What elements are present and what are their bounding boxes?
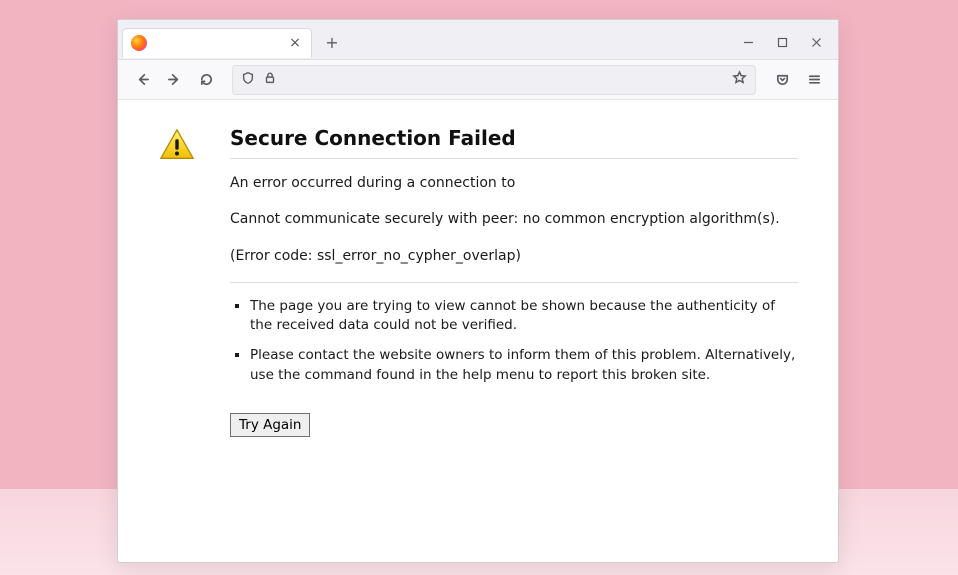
tab-strip: × + (118, 20, 838, 60)
url-input[interactable] (285, 66, 724, 94)
arrow-left-icon (135, 72, 150, 87)
minimize-button[interactable] (734, 29, 762, 57)
shield-icon (241, 70, 255, 89)
close-window-button[interactable] (802, 29, 830, 57)
browser-window: × + (117, 19, 839, 563)
error-bullet: Please contact the website owners to inf… (250, 346, 798, 385)
bookmark-star-button[interactable] (732, 70, 747, 89)
hamburger-icon (807, 72, 822, 87)
warning-column (158, 126, 208, 437)
lock-icon (263, 70, 277, 89)
url-bar-right (732, 70, 747, 89)
minimize-icon (743, 37, 754, 48)
try-again-button[interactable]: Try Again (230, 413, 310, 437)
tab-close-button[interactable]: × (287, 35, 303, 51)
error-title: Secure Connection Failed (230, 126, 798, 159)
app-menu-button[interactable] (800, 66, 828, 94)
page-content: Secure Connection Failed An error occurr… (118, 100, 838, 562)
error-detail-line: Cannot communicate securely with peer: n… (230, 209, 798, 229)
reload-button[interactable] (192, 66, 220, 94)
arrow-right-icon (167, 72, 182, 87)
error-intro-line: An error occurred during a connection to (230, 173, 798, 193)
save-to-pocket-button[interactable] (768, 66, 796, 94)
forward-button[interactable] (160, 66, 188, 94)
divider (230, 282, 798, 283)
close-icon (811, 37, 822, 48)
error-message-column: Secure Connection Failed An error occurr… (230, 126, 798, 437)
reload-icon (199, 72, 214, 87)
tab-active[interactable]: × (122, 28, 312, 58)
plus-icon: + (325, 33, 338, 52)
new-tab-button[interactable]: + (318, 29, 346, 57)
pocket-icon (775, 72, 790, 87)
back-button[interactable] (128, 66, 156, 94)
error-code-line: (Error code: ssl_error_no_cypher_overlap… (230, 246, 798, 266)
maximize-button[interactable] (768, 29, 796, 57)
window-controls (734, 29, 838, 57)
error-layout: Secure Connection Failed An error occurr… (158, 126, 798, 437)
error-bullet-list: The page you are trying to view cannot b… (230, 297, 798, 385)
error-bullet: The page you are trying to view cannot b… (250, 297, 798, 336)
firefox-favicon (131, 35, 147, 51)
warning-triangle-icon (158, 126, 196, 164)
navigation-toolbar (118, 60, 838, 100)
url-bar[interactable] (232, 65, 756, 95)
maximize-icon (777, 37, 788, 48)
